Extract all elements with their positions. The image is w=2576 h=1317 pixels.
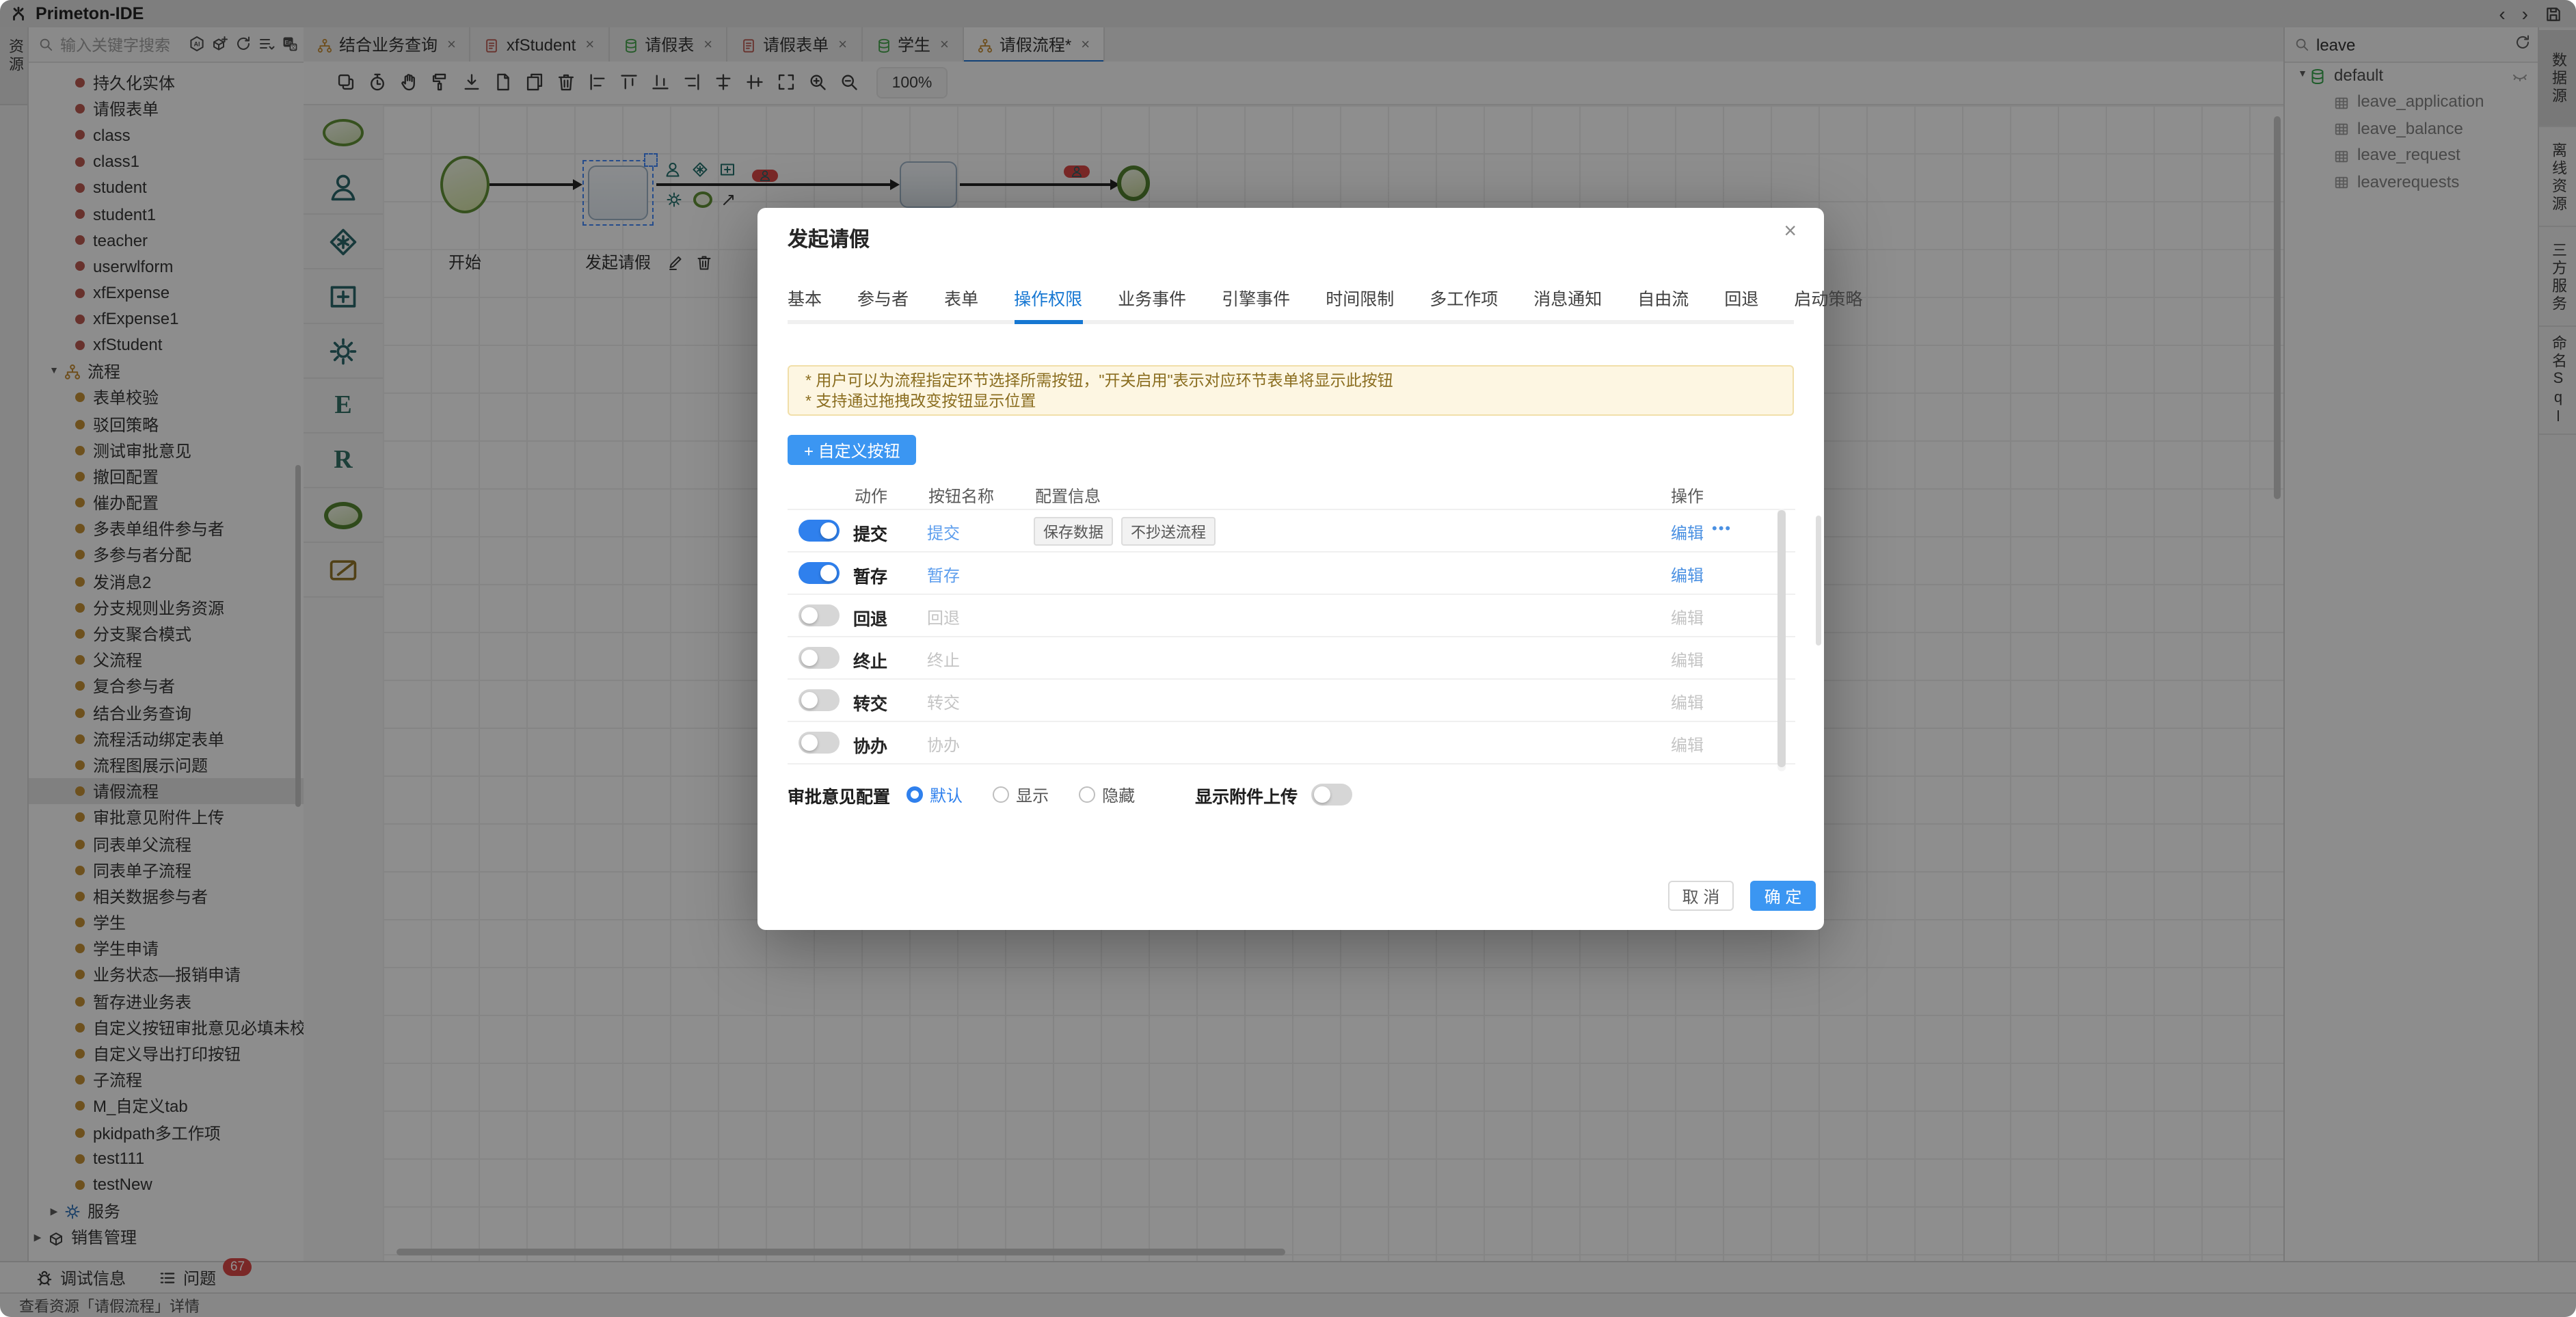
table-row: 提交 提交 保存数据不抄送流程 编辑 ••• [788, 510, 1795, 553]
radio-option[interactable]: 默认 [907, 783, 963, 806]
modal-tab[interactable]: 回退 [1724, 284, 1758, 324]
app-window: Primeton-IDE ‹ › 资源 输入关键字搜索 持久化实体请假表单cla… [0, 0, 2576, 1317]
toggle-switch[interactable] [799, 562, 840, 584]
table-row-partial [788, 764, 1795, 773]
toggle-switch[interactable] [799, 520, 840, 542]
modal-tab[interactable]: 消息通知 [1533, 284, 1602, 324]
notice-line-1: * 用户可以为流程指定环节选择所需按钮，"开关启用"表示对应环节表单将显示此按钮 [805, 372, 1776, 392]
modal-tab[interactable]: 时间限制 [1326, 284, 1394, 324]
attachment-label: 显示附件上传 [1195, 782, 1298, 808]
modal-tab[interactable]: 引擎事件 [1222, 284, 1290, 324]
radio-icon[interactable] [993, 786, 1009, 803]
close-icon[interactable]: × [1784, 222, 1797, 243]
toggle-switch[interactable] [799, 689, 840, 711]
modal-tab[interactable]: 表单 [944, 284, 978, 324]
opinion-config-row: 审批意见配置 默认 显示 隐藏 显示附件上传 [788, 780, 1352, 810]
edit-link[interactable]: 编辑 [1671, 521, 1704, 544]
modal-tab[interactable]: 启动策略 [1794, 284, 1862, 324]
attachment-toggle[interactable] [1311, 784, 1352, 806]
modal-tab[interactable]: 多工作项 [1430, 284, 1498, 324]
table-scrollbar[interactable] [1777, 509, 1786, 771]
edit-link[interactable]: 编辑 [1671, 563, 1704, 587]
modal-tab[interactable]: 自由流 [1637, 284, 1689, 324]
ok-button[interactable]: 确 定 [1750, 881, 1816, 911]
modal-title: 发起请假 [788, 224, 870, 253]
table-row: 转交 转交 编辑 [788, 680, 1795, 722]
add-custom-button[interactable]: + 自定义按钮 [788, 435, 917, 465]
table-row: 暂存 暂存 编辑 [788, 553, 1795, 595]
modal-tab[interactable]: 操作权限 [1014, 284, 1082, 324]
more-icon[interactable]: ••• [1712, 521, 1732, 537]
modal-scrollbar[interactable] [1816, 516, 1821, 646]
table-row: 终止 终止 编辑 [788, 637, 1795, 680]
toggle-switch[interactable] [799, 732, 840, 754]
modal-tab[interactable]: 业务事件 [1118, 284, 1186, 324]
config-tag: 不抄送流程 [1121, 517, 1216, 546]
radio-option[interactable]: 隐藏 [1079, 783, 1135, 806]
config-tag: 保存数据 [1034, 517, 1113, 546]
modal-tab[interactable]: 基本 [788, 284, 822, 324]
table-row: 协办 协办 编辑 [788, 722, 1795, 764]
toggle-switch[interactable] [799, 647, 840, 669]
button-table: 提交 提交 保存数据不抄送流程 编辑 ••• 暂存 暂存 编辑 回退 回退 编辑… [788, 509, 1795, 773]
table-header: 动作 按钮名称 配置信息 操作 [788, 481, 1794, 509]
notice-banner: * 用户可以为流程指定环节选择所需按钮，"开关启用"表示对应环节表单将显示此按钮… [788, 365, 1794, 416]
edit-link[interactable]: 编辑 [1671, 606, 1704, 629]
opinion-label: 审批意见配置 [788, 782, 890, 808]
node-config-modal: 发起请假 × 基本参与者表单操作权限业务事件引擎事件时间限制多工作项消息通知自由… [757, 208, 1824, 930]
edit-link[interactable]: 编辑 [1671, 733, 1704, 756]
radio-option[interactable]: 显示 [993, 783, 1049, 806]
modal-tab[interactable]: 参与者 [857, 284, 909, 324]
edit-link[interactable]: 编辑 [1671, 648, 1704, 671]
radio-icon[interactable] [907, 786, 923, 803]
cancel-button[interactable]: 取 消 [1668, 881, 1734, 911]
radio-icon[interactable] [1079, 786, 1095, 803]
edit-link[interactable]: 编辑 [1671, 691, 1704, 714]
notice-line-2: * 支持通过拖拽改变按钮显示位置 [805, 392, 1776, 412]
modal-tab-bar: 基本参与者表单操作权限业务事件引擎事件时间限制多工作项消息通知自由流回退启动策略 [788, 284, 1794, 324]
table-row: 回退 回退 编辑 [788, 595, 1795, 637]
toggle-switch[interactable] [799, 604, 840, 626]
